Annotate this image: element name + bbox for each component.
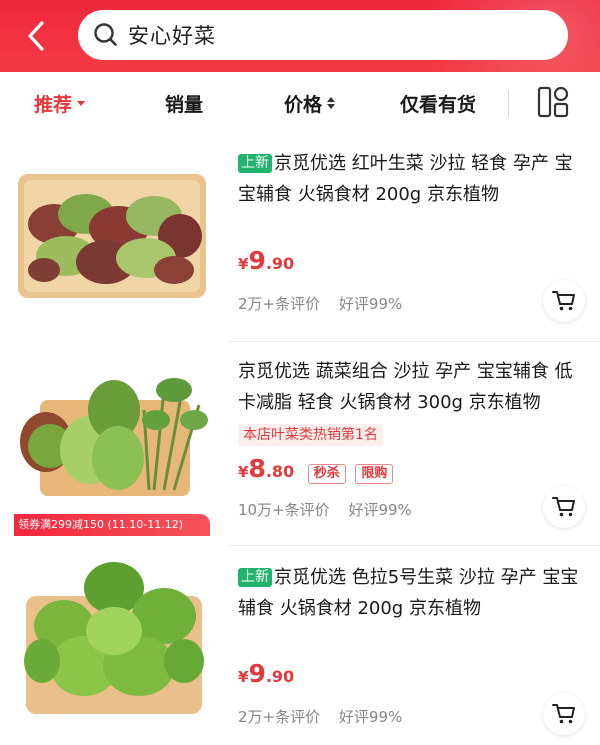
add-to-cart-button[interactable] xyxy=(543,486,585,528)
price-integer: 8 xyxy=(248,454,266,483)
product-image-vegetable-combo[interactable] xyxy=(14,350,214,520)
product-price: ¥8.80 秒杀 限购 xyxy=(238,454,394,484)
cart-icon xyxy=(552,704,575,724)
product-title[interactable]: 京觅优选 蔬菜组合 沙拉 孕产 宝宝辅食 低卡减脂 轻食 火锅食材 300g 京… xyxy=(238,356,584,418)
review-count: 2万+条评价 xyxy=(238,295,321,313)
price-integer: 9 xyxy=(248,246,266,275)
back-button[interactable] xyxy=(14,14,58,58)
price-symbol: ¥ xyxy=(238,255,249,273)
search-icon xyxy=(94,23,117,46)
caret-down-icon xyxy=(77,100,86,106)
search-query-text: 安心好菜 xyxy=(128,24,216,48)
price-decimal: .90 xyxy=(265,254,295,273)
coupon-banner: 领券满299减150 (11.10-11.12) xyxy=(14,514,210,536)
cart-icon xyxy=(552,291,575,311)
good-rate: 好评99% xyxy=(348,501,412,519)
filter-price-label: 价格 xyxy=(284,93,323,116)
header-bar: 安心好菜 xyxy=(0,0,600,72)
filter-recommend[interactable]: 推荐 xyxy=(34,72,86,134)
price-decimal: .80 xyxy=(265,462,295,481)
add-to-cart-button[interactable] xyxy=(543,280,585,322)
hot-rank-badge: 本店叶菜类热销第1名 xyxy=(238,424,383,446)
product-price: ¥9.90 xyxy=(238,246,294,275)
product-title-text: 京觅优选 蔬菜组合 沙拉 孕产 宝宝辅食 低卡减脂 轻食 火锅食材 300g 京… xyxy=(238,361,573,413)
good-rate: 好评99% xyxy=(338,295,403,313)
new-badge: 上新 xyxy=(238,568,272,587)
price-symbol: ¥ xyxy=(238,668,249,686)
layout-toggle-icon[interactable] xyxy=(536,85,570,119)
filter-price[interactable]: 价格 xyxy=(284,72,336,134)
chevron-left-icon xyxy=(28,21,44,51)
add-to-cart-button[interactable] xyxy=(543,693,585,735)
review-info: 10万+条评价 好评99% xyxy=(238,499,412,520)
search-input[interactable]: 安心好菜 xyxy=(78,10,568,60)
filter-in-stock[interactable]: 仅看有货 xyxy=(400,72,476,134)
price-decimal: .90 xyxy=(265,667,295,686)
filter-sales-label: 销量 xyxy=(165,93,204,116)
product-title-text: 京觅优选 红叶生菜 沙拉 轻食 孕产 宝宝辅食 火锅食材 200g 京东植物 xyxy=(238,153,573,205)
product-title-text: 京觅优选 色拉5号生菜 沙拉 孕产 宝宝辅食 火锅食材 200g 京东植物 xyxy=(238,567,579,619)
filter-recommend-label: 推荐 xyxy=(34,93,73,116)
filter-in-stock-label: 仅看有货 xyxy=(400,93,477,116)
review-info: 2万+条评价 好评99% xyxy=(238,706,402,727)
product-title[interactable]: 上新 京觅优选 红叶生菜 沙拉 轻食 孕产 宝宝辅食 火锅食材 200g 京东植物 xyxy=(238,148,584,210)
review-count: 2万+条评价 xyxy=(238,708,321,726)
price-integer: 9 xyxy=(248,659,266,688)
review-count: 10万+条评价 xyxy=(238,501,330,519)
filter-sales[interactable]: 销量 xyxy=(165,72,203,134)
product-title[interactable]: 上新 京觅优选 色拉5号生菜 沙拉 孕产 宝宝辅食 火锅食材 200g 京东植物 xyxy=(238,562,584,624)
price-symbol: ¥ xyxy=(238,463,249,481)
sort-arrows-icon xyxy=(327,97,336,109)
product-image-butter-lettuce[interactable] xyxy=(14,556,214,726)
product-price: ¥9.90 xyxy=(238,659,294,688)
flash-sale-tag: 秒杀 xyxy=(307,464,346,484)
product-image-red-leaf-lettuce[interactable] xyxy=(14,166,214,336)
new-badge: 上新 xyxy=(238,154,272,173)
purchase-limit-tag: 限购 xyxy=(355,464,394,484)
good-rate: 好评99% xyxy=(338,708,403,726)
cart-icon xyxy=(552,497,575,517)
filter-divider xyxy=(508,90,509,116)
review-info: 2万+条评价 好评99% xyxy=(238,293,402,314)
